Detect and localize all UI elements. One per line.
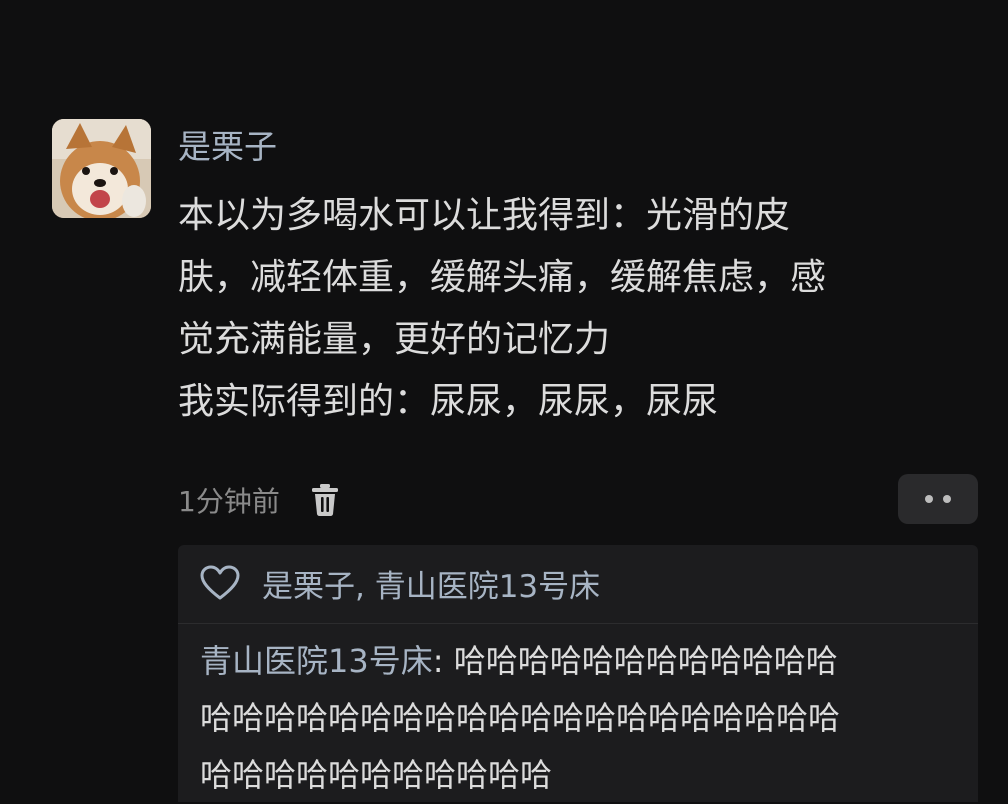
comment-separator: : xyxy=(432,642,454,680)
avatar[interactable] xyxy=(52,119,151,218)
post-content: 本以为多喝水可以让我得到：光滑的皮 肤，减轻体重，缓解头痛，缓解焦虑，感 觉充满… xyxy=(178,185,968,433)
post-content-line: 我实际得到的：尿尿，尿尿，尿尿 xyxy=(178,381,719,422)
comment-line: 青山医院13号床: 哈哈哈哈哈哈哈哈哈哈哈哈 xyxy=(200,633,970,690)
post-content-line: 本以为多喝水可以让我得到：光滑的皮 xyxy=(178,195,791,236)
comment-line: 哈哈哈哈哈哈哈哈哈哈哈 xyxy=(200,756,553,794)
heart-outline-icon xyxy=(200,565,240,601)
likes-row: 是栗子, 青山医院13号床 xyxy=(200,559,600,607)
post-meta: 1分钟前 xyxy=(178,478,340,522)
comment-author[interactable]: 青山医院13号床 xyxy=(200,642,433,680)
comment-text: 哈哈哈哈哈哈哈哈哈哈哈哈 xyxy=(453,642,838,680)
post-content-line: 觉充满能量，更好的记忆力 xyxy=(178,319,611,360)
post-content-line: 肤，减轻体重，缓解头痛，缓解焦虑，感 xyxy=(178,257,827,298)
divider xyxy=(178,623,978,624)
shiba-dog-avatar-image xyxy=(52,119,151,218)
comment-item[interactable]: 青山医院13号床: 哈哈哈哈哈哈哈哈哈哈哈哈 哈哈哈哈哈哈哈哈哈哈哈哈哈哈哈哈哈… xyxy=(200,633,970,804)
more-options-button[interactable] xyxy=(898,474,978,524)
comment-line: 哈哈哈哈哈哈哈哈哈哈哈哈哈哈哈哈哈哈哈哈 xyxy=(200,699,841,737)
trash-icon[interactable] xyxy=(310,483,340,517)
post-username[interactable]: 是栗子 xyxy=(178,125,277,169)
post-timestamp: 1分钟前 xyxy=(178,485,280,518)
likers-list[interactable]: 是栗子, 青山医院13号床 xyxy=(262,561,600,606)
more-dots-icon xyxy=(925,495,933,503)
interaction-panel: 是栗子, 青山医院13号床 青山医院13号床: 哈哈哈哈哈哈哈哈哈哈哈哈 哈哈哈… xyxy=(178,545,978,802)
moment-post: 是栗子 本以为多喝水可以让我得到：光滑的皮 肤，减轻体重，缓解头痛，缓解焦虑，感… xyxy=(0,0,1008,802)
more-dots-icon xyxy=(943,495,951,503)
